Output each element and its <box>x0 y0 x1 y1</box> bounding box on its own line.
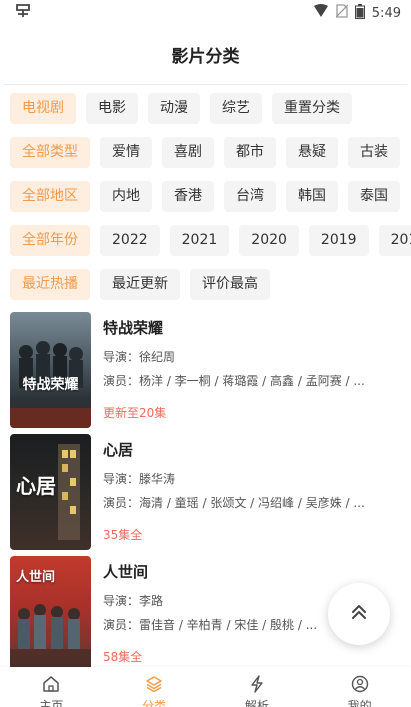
poster-caption: 特战荣耀 <box>22 377 79 393</box>
chip-urban[interactable]: 都市 <box>224 137 276 168</box>
genre-filter-row: 全部类型 爱情 喜剧 都市 悬疑 古装 <box>0 137 411 181</box>
nav-profile[interactable]: 我的 <box>308 667 411 707</box>
chip-year-2020[interactable]: 2020 <box>239 225 299 256</box>
page-header: 影片分类 <box>0 32 411 76</box>
nav-category-label: 分类 <box>142 699 167 707</box>
movie-title[interactable]: 特战荣耀 <box>103 316 397 340</box>
chip-recently-hot[interactable]: 最近热播 <box>10 269 90 300</box>
list-item[interactable]: 特战荣耀 特战荣耀 导演：徐纪周 演员：杨洋 / 李一桐 / 蒋璐霞 / 高鑫 … <box>0 310 411 432</box>
movie-title[interactable]: 心居 <box>103 438 397 462</box>
profile-icon <box>351 675 369 697</box>
chip-costume[interactable]: 古装 <box>348 137 400 168</box>
poster-image[interactable]: 人世间 <box>10 556 91 672</box>
chip-all-regions[interactable]: 全部地区 <box>10 181 90 212</box>
signal-icon <box>313 4 329 22</box>
movie-info: 特战荣耀 导演：徐纪周 演员：杨洋 / 李一桐 / 蒋璐霞 / 高鑫 / 孟阿赛… <box>103 316 397 422</box>
movie-cast: 演员：海清 / 童瑶 / 张颂文 / 冯绍峰 / 吴彦姝 / ... <box>103 496 365 510</box>
no-sim-icon <box>335 4 349 22</box>
chip-anime[interactable]: 动漫 <box>148 93 200 124</box>
movie-director: 导演：徐纪周 <box>103 350 176 364</box>
chip-taiwan[interactable]: 台湾 <box>224 181 276 212</box>
scroll-to-top-button[interactable] <box>328 583 390 645</box>
movie-title[interactable]: 人世间 <box>103 560 397 584</box>
episode-status: 更新至20集 <box>103 406 167 420</box>
nav-home-label: 主页 <box>39 699 64 707</box>
nav-profile-label: 我的 <box>347 699 372 707</box>
app-notification-icon <box>14 3 32 23</box>
poster-caption: 心居 <box>16 474 56 498</box>
poster-image[interactable]: 心居 <box>10 434 91 550</box>
status-bar: 5:49 <box>0 0 411 26</box>
movie-director: 导演：滕华涛 <box>103 472 176 486</box>
poster-caption: 人世间 <box>16 570 56 585</box>
list-item[interactable]: 心居 心居 导演：滕华涛 演员：海清 / 童瑶 / 张颂文 / 冯绍峰 / 吴彦… <box>0 432 411 554</box>
chip-mainland[interactable]: 内地 <box>100 181 152 212</box>
bottom-nav: 主页 分类 解析 我的 <box>0 667 411 707</box>
chip-tv-series[interactable]: 电视剧 <box>10 93 76 124</box>
year-filter-row: 全部年份 2022 2021 2020 2019 201 <box>0 225 411 269</box>
chip-all-years[interactable]: 全部年份 <box>10 225 90 256</box>
episode-status: 58集全 <box>103 650 143 664</box>
nav-home[interactable]: 主页 <box>0 667 103 707</box>
episode-status: 35集全 <box>103 528 143 542</box>
chip-thailand[interactable]: 泰国 <box>348 181 400 212</box>
double-chevron-up-icon <box>349 602 369 626</box>
category-filter-row: 电视剧 电影 动漫 综艺 重置分类 <box>0 93 411 137</box>
chip-korea[interactable]: 韩国 <box>286 181 338 212</box>
battery-icon <box>354 3 365 23</box>
chip-year-2021[interactable]: 2021 <box>169 225 230 256</box>
bolt-icon <box>248 675 266 697</box>
chip-year-2022[interactable]: 2022 <box>100 225 160 256</box>
reset-filter-button[interactable]: 重置分类 <box>272 93 352 124</box>
clock-time: 5:49 <box>371 5 401 21</box>
nav-category[interactable]: 分类 <box>103 667 206 707</box>
chip-year-2018[interactable]: 201 <box>378 225 411 256</box>
region-filter-row: 全部地区 内地 香港 台湾 韩国 泰国 <box>0 181 411 225</box>
chip-comedy[interactable]: 喜剧 <box>162 137 214 168</box>
chip-top-rated[interactable]: 评价最高 <box>190 269 270 300</box>
chip-movie[interactable]: 电影 <box>86 93 138 124</box>
sort-filter-row: 最近热播 最近更新 评价最高 <box>0 269 411 313</box>
nav-parse[interactable]: 解析 <box>206 667 309 707</box>
poster-image[interactable]: 特战荣耀 <box>10 312 91 428</box>
chip-all-genres[interactable]: 全部类型 <box>10 137 90 168</box>
page-title: 影片分类 <box>171 46 240 67</box>
header-divider <box>4 84 407 85</box>
chip-variety[interactable]: 综艺 <box>210 93 262 124</box>
home-icon <box>42 675 60 697</box>
movie-cast: 演员：杨洋 / 李一桐 / 蒋璐霞 / 高鑫 / 孟阿赛 / ... <box>103 374 365 388</box>
filter-panel: 电视剧 电影 动漫 综艺 重置分类 全部类型 爱情 喜剧 都市 悬疑 古装 全部… <box>0 93 411 313</box>
chip-year-2019[interactable]: 2019 <box>308 225 369 256</box>
chip-suspense[interactable]: 悬疑 <box>286 137 338 168</box>
nav-parse-label: 解析 <box>244 699 269 707</box>
movie-info: 心居 导演：滕华涛 演员：海清 / 童瑶 / 张颂文 / 冯绍峰 / 吴彦姝 /… <box>103 438 397 544</box>
layers-icon <box>145 675 163 697</box>
chip-hongkong[interactable]: 香港 <box>162 181 214 212</box>
chip-romance[interactable]: 爱情 <box>100 137 152 168</box>
chip-recently-updated[interactable]: 最近更新 <box>100 269 180 300</box>
